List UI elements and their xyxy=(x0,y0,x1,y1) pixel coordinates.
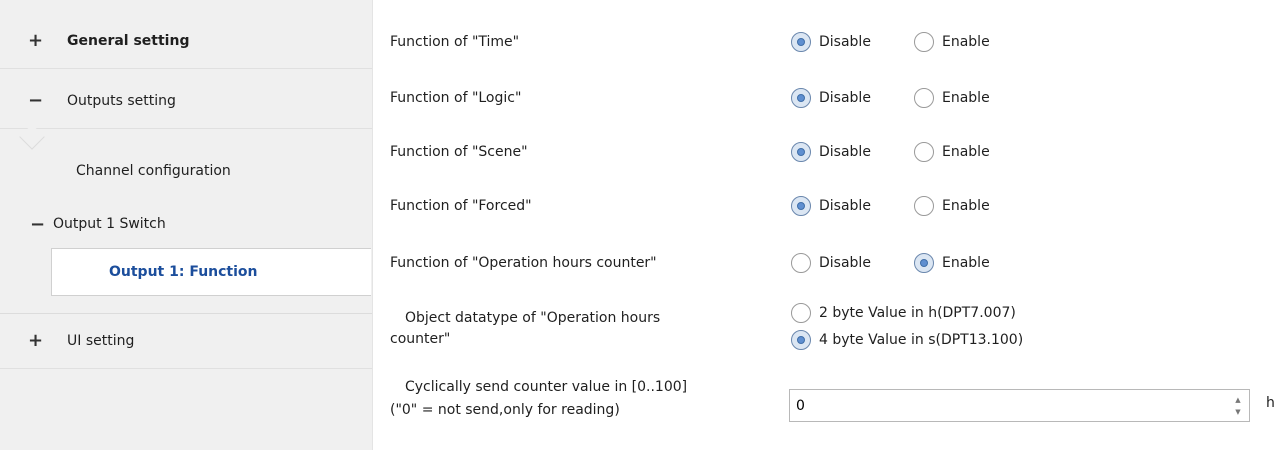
radio-logic-enable[interactable]: Enable xyxy=(914,88,990,108)
cyclic-value-spinbox[interactable]: ▲ ▼ xyxy=(789,389,1250,422)
spin-up-icon[interactable]: ▲ xyxy=(1235,396,1240,404)
sidebar-item-label: Channel configuration xyxy=(76,163,231,179)
radio-circle[interactable] xyxy=(791,330,811,350)
radio-label: Enable xyxy=(942,34,990,50)
sidebar-item-outputs-setting[interactable]: − Outputs setting xyxy=(0,73,372,129)
spin-down-icon[interactable]: ▼ xyxy=(1235,408,1240,416)
sidebar-item-label: UI setting xyxy=(67,333,135,349)
sidebar: + General setting − Outputs setting Chan… xyxy=(0,0,372,450)
radio-label: Disable xyxy=(819,255,871,271)
radio-circle[interactable] xyxy=(791,196,811,216)
radio-label: Disable xyxy=(819,144,871,160)
radio-logic-disable[interactable]: Disable xyxy=(791,88,871,108)
spin-buttons[interactable]: ▲ ▼ xyxy=(1233,396,1243,416)
radio-label: Disable xyxy=(819,198,871,214)
expand-icon[interactable]: + xyxy=(28,332,43,350)
radio-label: Enable xyxy=(942,144,990,160)
sidebar-item-channel-configuration[interactable]: Channel configuration xyxy=(0,145,372,197)
radio-circle[interactable] xyxy=(914,142,934,162)
radio-counter-enable[interactable]: Enable xyxy=(914,253,990,273)
radio-label: Enable xyxy=(942,198,990,214)
radio-label: 2 byte Value in h(DPT7.007) xyxy=(819,305,1016,321)
param-label-line2: ("0" = not send,only for reading) xyxy=(390,402,620,418)
radio-circle[interactable] xyxy=(791,253,811,273)
param-label-line2: counter" xyxy=(390,331,451,347)
collapse-icon[interactable]: − xyxy=(28,91,43,110)
radio-forced-disable[interactable]: Disable xyxy=(791,196,871,216)
radio-circle[interactable] xyxy=(914,88,934,108)
radio-label: Disable xyxy=(819,90,871,106)
sidebar-item-ui-setting[interactable]: + UI setting xyxy=(0,313,372,369)
radio-circle[interactable] xyxy=(791,142,811,162)
radio-time-disable[interactable]: Disable xyxy=(791,32,871,52)
param-label-line1: Cyclically send counter value in [0..100… xyxy=(405,379,688,395)
radio-time-enable[interactable]: Enable xyxy=(914,32,990,52)
sidebar-item-general-setting[interactable]: + General setting xyxy=(0,13,372,69)
radio-circle[interactable] xyxy=(791,32,811,52)
radio-label: Enable xyxy=(942,90,990,106)
sidebar-item-label: Outputs setting xyxy=(67,92,176,109)
param-label: Function of "Time" xyxy=(390,34,520,50)
expand-icon[interactable]: + xyxy=(28,31,43,50)
radio-label: Enable xyxy=(942,255,990,271)
radio-scene-enable[interactable]: Enable xyxy=(914,142,990,162)
radio-circle[interactable] xyxy=(914,32,934,52)
unit-label: h xyxy=(1266,395,1275,411)
radio-datatype-4byte[interactable]: 4 byte Value in s(DPT13.100) xyxy=(791,330,1023,350)
radio-datatype-2byte[interactable]: 2 byte Value in h(DPT7.007) xyxy=(791,303,1016,323)
radio-circle[interactable] xyxy=(791,88,811,108)
radio-label: Disable xyxy=(819,34,871,50)
radio-scene-disable[interactable]: Disable xyxy=(791,142,871,162)
radio-forced-enable[interactable]: Enable xyxy=(914,196,990,216)
sidebar-item-label: Output 1 Switch xyxy=(53,216,166,232)
sidebar-item-label: General setting xyxy=(67,32,190,49)
radio-circle[interactable] xyxy=(791,303,811,323)
param-label: Function of "Forced" xyxy=(390,198,532,214)
param-label: Function of "Scene" xyxy=(390,144,528,160)
sidebar-item-label: Output 1: Function xyxy=(109,264,258,280)
cyclic-value-input[interactable] xyxy=(790,390,1210,421)
param-label-line1: Object datatype of "Operation hours xyxy=(405,310,661,326)
radio-circle[interactable] xyxy=(914,196,934,216)
radio-circle[interactable] xyxy=(914,253,934,273)
param-label: Function of "Operation hours counter" xyxy=(390,255,657,271)
param-label: Function of "Logic" xyxy=(390,90,522,106)
sidebar-item-output-1-switch[interactable]: − Output 1 Switch xyxy=(0,200,372,248)
radio-label: 4 byte Value in s(DPT13.100) xyxy=(819,332,1024,348)
parameter-panel: Function of "Time" Disable Enable Functi… xyxy=(372,0,1288,450)
radio-counter-disable[interactable]: Disable xyxy=(791,253,871,273)
sidebar-item-output-1-function[interactable]: Output 1: Function xyxy=(51,248,371,296)
collapse-icon[interactable]: − xyxy=(30,214,45,235)
